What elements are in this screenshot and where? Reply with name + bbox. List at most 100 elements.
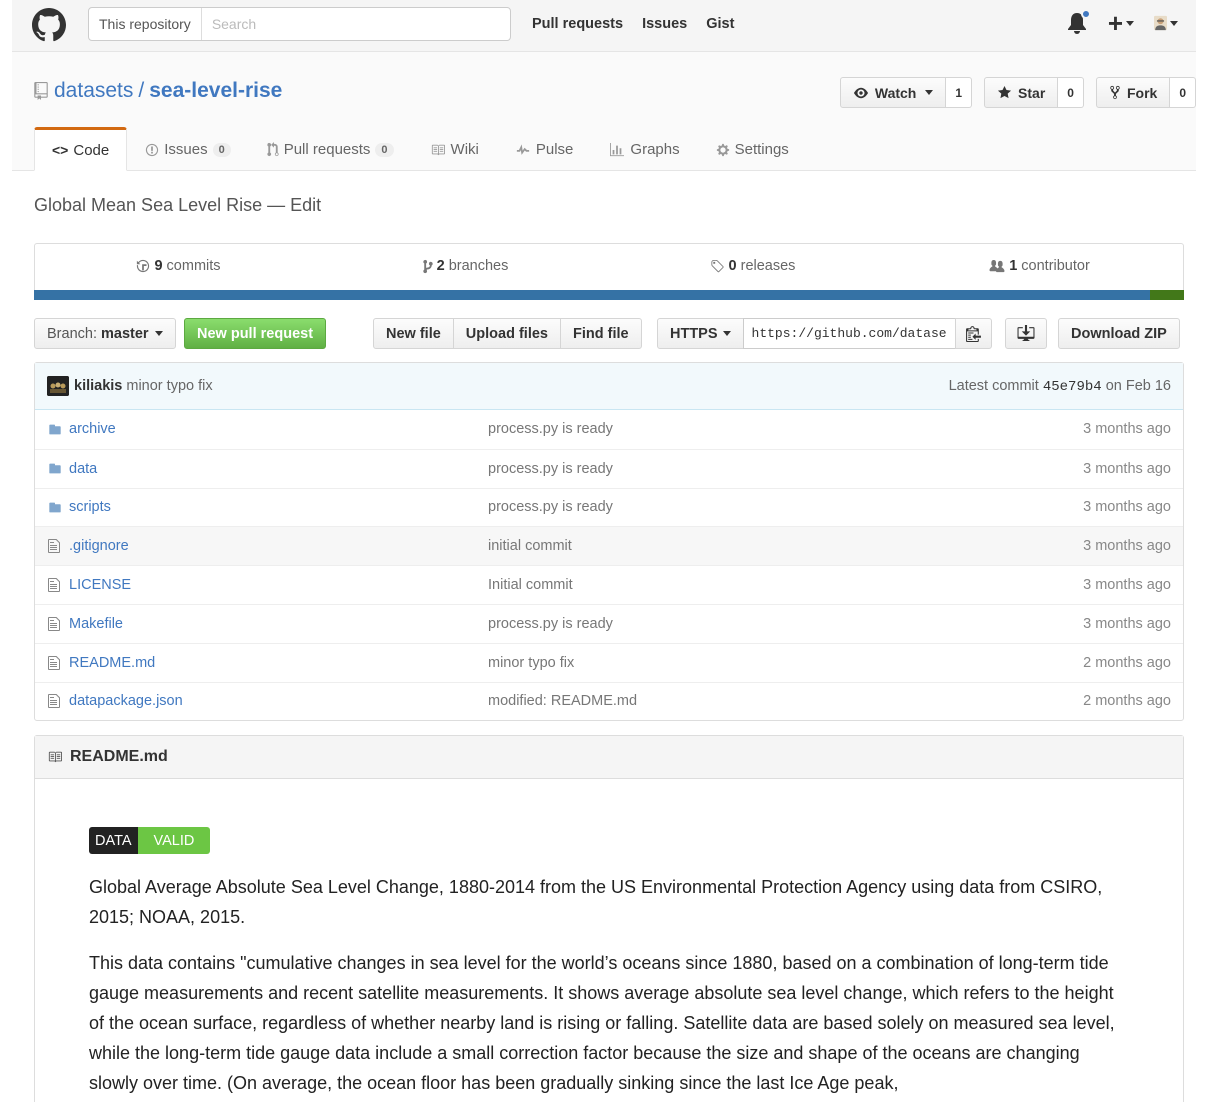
commit-author-avatar[interactable]: [47, 376, 69, 396]
commit-date: on Feb 16: [1105, 377, 1171, 394]
tab-label: Settings: [734, 141, 789, 158]
open-in-desktop-button[interactable]: [1005, 318, 1047, 349]
commit-sha-link[interactable]: 45e79b4: [1043, 379, 1102, 395]
tab-settings[interactable]: Settings: [698, 127, 807, 171]
readme-header: README.md: [35, 736, 1183, 780]
create-new-menu[interactable]: +: [1108, 10, 1134, 36]
commits-count: 9: [154, 258, 163, 274]
repo-name-link[interactable]: sea-level-rise: [149, 79, 282, 103]
star-label: Star: [1018, 84, 1046, 101]
new-file-button[interactable]: New file: [373, 318, 454, 349]
language-python-segment: [34, 290, 1151, 300]
watch-count[interactable]: 1: [946, 77, 973, 108]
tab-label: Issues: [164, 141, 208, 158]
fork-group: Fork 0: [1095, 77, 1196, 108]
nav-issues[interactable]: Issues: [642, 16, 687, 32]
releases-label: releases: [740, 258, 796, 274]
avatar: [1154, 15, 1167, 31]
branch-select-button[interactable]: Branch: master: [34, 318, 176, 349]
file-commit-message-link[interactable]: process.py is ready: [488, 499, 613, 515]
file-name-link[interactable]: archive: [69, 421, 489, 437]
releases-count: 0: [728, 258, 737, 274]
releases-summary[interactable]: 0 releases: [609, 258, 896, 274]
tab-issues[interactable]: Issues 0: [127, 127, 248, 171]
file-commit-message-link[interactable]: process.py is ready: [488, 461, 613, 477]
book-icon: [48, 752, 62, 763]
file-age: 3 months ago: [1083, 615, 1171, 632]
folder-icon: [35, 501, 69, 514]
branches-summary[interactable]: 2 branches: [322, 258, 609, 274]
tab-code[interactable]: <> Code: [34, 127, 128, 171]
contributors-label: contributor: [1021, 258, 1090, 274]
branches-count: 2: [436, 258, 445, 274]
file-actions-group: New file Upload files Find file: [373, 318, 642, 349]
readme-paragraph: This data contains "cumulative changes i…: [89, 953, 1115, 1094]
latest-commit-info: Latest commit 45e79b4 on Feb 16: [949, 378, 1171, 395]
file-icon: [35, 577, 69, 593]
clone-url-input[interactable]: [742, 318, 956, 349]
file-navigation: Branch: master New pull request New file…: [34, 318, 1184, 349]
star-icon: [997, 85, 1012, 99]
file-name-link[interactable]: datapackage.json: [69, 693, 489, 709]
commit-message-link[interactable]: minor typo fix: [126, 378, 212, 394]
tab-pulse[interactable]: Pulse: [497, 127, 592, 171]
book-icon: [431, 144, 445, 155]
badge-right: VALID: [137, 827, 211, 855]
nav-pull-requests[interactable]: Pull requests: [532, 16, 623, 32]
file-row: data process.py is ready 3 months ago: [35, 448, 1183, 488]
search-input[interactable]: [201, 16, 492, 32]
language-bar[interactable]: [34, 290, 1184, 300]
pull-requests-count: 0: [375, 142, 394, 157]
star-button[interactable]: Star: [984, 77, 1059, 108]
chevron-down-icon: [1126, 20, 1134, 26]
branch-icon: [422, 259, 433, 273]
file-name-link[interactable]: data: [69, 461, 489, 477]
file-commit-message-link[interactable]: process.py is ready: [488, 616, 613, 632]
file-age: 2 months ago: [1083, 654, 1171, 671]
file-commit-message-link[interactable]: minor typo fix: [488, 655, 574, 671]
file-name-link[interactable]: Makefile: [69, 616, 489, 632]
repo-summary: 9 commits 2 branches 0 releases 1 contri…: [34, 243, 1184, 300]
tag-icon: [710, 259, 724, 272]
notifications-bell-icon[interactable]: [1066, 9, 1091, 36]
file-name-link[interactable]: .gitignore: [69, 538, 489, 554]
file-commit-message-link[interactable]: modified: README.md: [488, 693, 637, 709]
download-zip-button[interactable]: Download ZIP: [1058, 318, 1180, 349]
find-file-button[interactable]: Find file: [559, 318, 642, 349]
readme-panel: README.md DATA VALID Global Average Abso…: [34, 735, 1184, 1102]
folder-icon: [35, 423, 69, 436]
file-name-link[interactable]: scripts: [69, 499, 489, 515]
upload-files-button[interactable]: Upload files: [452, 318, 561, 349]
watch-button[interactable]: Watch: [839, 77, 947, 108]
nav-gist[interactable]: Gist: [706, 16, 734, 32]
github-logo-icon[interactable]: [32, 8, 66, 42]
file-commit-message-link[interactable]: Initial commit: [488, 577, 573, 593]
tab-graphs[interactable]: Graphs: [591, 127, 697, 171]
user-avatar-menu[interactable]: [1154, 10, 1178, 36]
data-valid-badge[interactable]: DATA VALID: [89, 827, 211, 855]
fork-button[interactable]: Fork: [1095, 77, 1171, 108]
protocol-select-button[interactable]: HTTPS: [657, 318, 744, 349]
file-name-link[interactable]: LICENSE: [69, 577, 489, 593]
file-commit-message-link[interactable]: initial commit: [488, 538, 572, 554]
issue-icon: [146, 143, 159, 156]
contributors-summary[interactable]: 1 contributor: [896, 258, 1183, 274]
language-makefile-segment: [1150, 290, 1184, 300]
commits-summary[interactable]: 9 commits: [35, 258, 322, 274]
repo-owner-link[interactable]: datasets: [54, 79, 133, 103]
tab-label: Graphs: [630, 141, 680, 158]
file-commit-message-link[interactable]: process.py is ready: [488, 421, 613, 437]
chevron-down-icon: [925, 90, 934, 95]
user-controls: +: [1066, 9, 1178, 36]
tab-pull-requests[interactable]: Pull requests 0: [249, 127, 412, 171]
new-pull-request-button[interactable]: New pull request: [184, 318, 327, 349]
copy-to-clipboard-button[interactable]: [954, 318, 992, 349]
file-name-link[interactable]: README.md: [69, 655, 489, 671]
tab-wiki[interactable]: Wiki: [412, 127, 497, 171]
fork-count[interactable]: 0: [1170, 77, 1196, 108]
tab-label: Pull requests: [283, 141, 371, 158]
organization-icon: [989, 259, 1005, 272]
star-count[interactable]: 0: [1058, 77, 1084, 108]
commit-author-link[interactable]: kiliakis: [74, 378, 122, 394]
eye-icon: [853, 87, 868, 98]
